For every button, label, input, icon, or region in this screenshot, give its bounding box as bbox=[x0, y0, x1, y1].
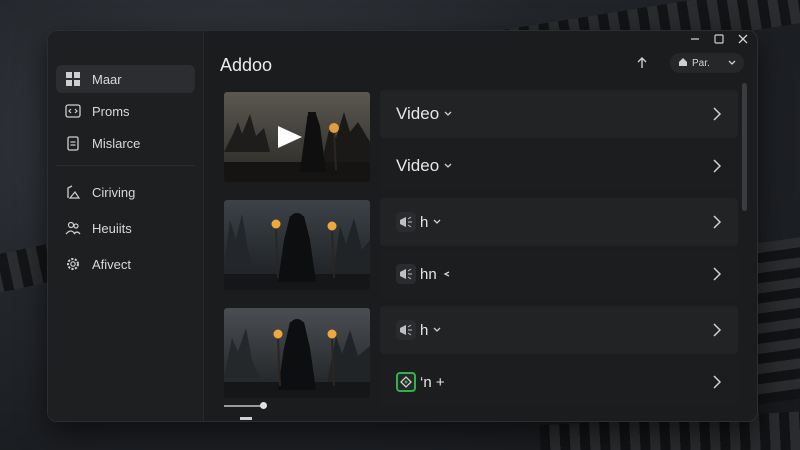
page-indicator bbox=[240, 417, 252, 420]
dropdown-label: Par. bbox=[692, 57, 710, 69]
row-label: h bbox=[420, 213, 429, 231]
chevron-down-icon bbox=[433, 219, 441, 224]
megaphone-icon bbox=[396, 264, 416, 284]
chevron-right-icon bbox=[712, 106, 722, 122]
vertical-scrollbar[interactable] bbox=[742, 83, 747, 211]
list-item[interactable]: Video bbox=[380, 90, 738, 138]
code-window-icon bbox=[64, 102, 82, 120]
chevron-down-icon bbox=[433, 327, 441, 332]
gear-icon bbox=[64, 255, 82, 273]
zoom-slider-handle[interactable] bbox=[260, 402, 267, 409]
sidebar-item-label: Heuiits bbox=[92, 220, 132, 236]
chevron-down-icon bbox=[444, 163, 452, 168]
list-item[interactable]: h bbox=[380, 306, 738, 354]
chevron-left-icon bbox=[443, 271, 449, 277]
home-icon bbox=[678, 57, 688, 70]
chevron-down-icon bbox=[444, 111, 452, 116]
chevron-down-icon bbox=[728, 58, 736, 69]
chevron-right-icon bbox=[712, 322, 722, 338]
sidebar-item-proms[interactable]: Proms bbox=[56, 97, 195, 125]
sidebar-divider bbox=[56, 165, 195, 166]
maximize-icon[interactable] bbox=[713, 33, 725, 45]
chevron-right-icon bbox=[712, 214, 722, 230]
grid-icon bbox=[64, 70, 82, 88]
list-item[interactable]: h bbox=[380, 198, 738, 246]
view-dropdown[interactable]: Par. bbox=[670, 53, 744, 73]
sidebar-item-ciriving[interactable]: Ciriving bbox=[56, 176, 195, 208]
close-icon[interactable] bbox=[737, 33, 749, 45]
sidebar-item-label: Maar bbox=[92, 71, 122, 87]
video-thumbnail[interactable] bbox=[224, 308, 370, 398]
sidebar-item-label: Mislarce bbox=[92, 135, 141, 151]
list-item[interactable]: ‘n + bbox=[380, 358, 738, 406]
row-label: Video bbox=[396, 156, 440, 175]
row-label: h bbox=[420, 321, 429, 339]
row-label: Video bbox=[396, 104, 440, 123]
sidebar: Maar Proms Mislarce Ciriving Heuiits Afi… bbox=[48, 31, 204, 421]
sidebar-item-label: Proms bbox=[92, 103, 130, 119]
people-icon bbox=[64, 219, 82, 237]
list-item[interactable]: Video bbox=[380, 142, 738, 190]
media-group: Video Video bbox=[220, 85, 742, 190]
megaphone-icon bbox=[396, 212, 416, 232]
chevron-right-icon bbox=[712, 266, 722, 282]
sidebar-item-mislarce[interactable]: Mislarce bbox=[56, 129, 195, 157]
row-label: hn bbox=[420, 265, 437, 283]
page-title: Addoo bbox=[220, 55, 273, 75]
clipboard-icon bbox=[64, 134, 82, 152]
sidebar-item-afivect[interactable]: Afivect bbox=[56, 248, 195, 280]
megaphone-icon bbox=[396, 320, 416, 340]
sidebar-item-heuiits[interactable]: Heuiits bbox=[56, 212, 195, 244]
media-list: Video Video h hn h ‘n + bbox=[220, 85, 742, 409]
app-window: Maar Proms Mislarce Ciriving Heuiits Afi… bbox=[47, 30, 758, 422]
media-group: h hn bbox=[220, 193, 742, 298]
list-item[interactable]: hn bbox=[380, 250, 738, 298]
sidebar-item-label: Afivect bbox=[92, 256, 132, 272]
video-thumbnail[interactable] bbox=[224, 92, 370, 182]
gallery-icon bbox=[64, 183, 82, 201]
row-label: ‘n + bbox=[420, 373, 445, 391]
minimize-icon[interactable] bbox=[689, 33, 701, 45]
window-controls bbox=[689, 33, 749, 45]
sidebar-item-label: Ciriving bbox=[92, 184, 136, 200]
media-group: h ‘n + bbox=[220, 301, 742, 406]
chevron-right-icon bbox=[712, 158, 722, 174]
tag-icon bbox=[396, 372, 416, 392]
sidebar-item-maar[interactable]: Maar bbox=[56, 65, 195, 93]
arrow-up-icon[interactable] bbox=[634, 55, 650, 71]
chevron-right-icon bbox=[712, 374, 722, 390]
video-thumbnail[interactable] bbox=[224, 200, 370, 290]
